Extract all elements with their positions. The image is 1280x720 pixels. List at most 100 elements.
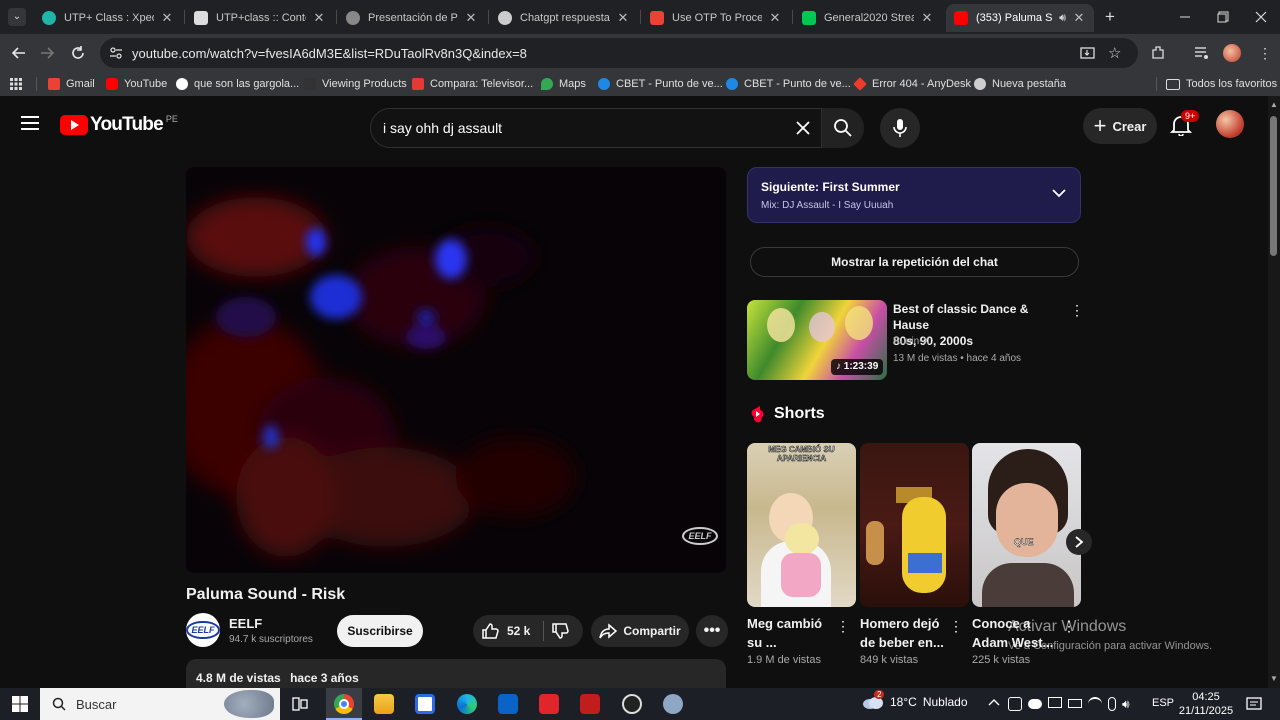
page-scrollbar[interactable]: ▲ ▼ — [1268, 96, 1280, 688]
mix-playlist-panel[interactable]: Siguiente: First Summer Mix: DJ Assault … — [747, 167, 1081, 223]
more-actions-button[interactable]: ••• — [696, 615, 728, 647]
bookmark-viewing-products[interactable]: Viewing Products — [304, 76, 407, 92]
video-description-box[interactable]: 4.8 M de vistas hace 3 años — [186, 659, 726, 688]
bookmark-google[interactable]: que son las gargola... — [176, 76, 299, 92]
tab-search-button[interactable]: ⌄ — [8, 8, 26, 26]
recommended-more-icon[interactable]: ⋮ — [1070, 302, 1084, 319]
install-app-icon[interactable] — [1080, 46, 1095, 61]
wps-office-icon[interactable] — [539, 694, 559, 714]
bookmark-cbet-1[interactable]: CBET - Punto de ve... — [598, 76, 723, 92]
bookmark-maps[interactable]: Maps — [541, 76, 586, 92]
microsoft-store-icon[interactable] — [415, 694, 435, 714]
reload-button[interactable] — [69, 44, 87, 62]
browser-tab[interactable]: Presentación de Pow ✕ — [338, 4, 486, 32]
clear-search-icon[interactable] — [795, 120, 811, 136]
search-input[interactable]: i say ohh dj assault — [370, 108, 822, 148]
obs-icon[interactable] — [622, 694, 642, 714]
scrollbar-thumb[interactable] — [1270, 116, 1277, 256]
tab-close-icon[interactable]: ✕ — [616, 10, 630, 26]
browser-tab[interactable]: UTP+class :: Contenid ✕ — [186, 4, 334, 32]
subscribe-button[interactable]: Suscribirse — [337, 615, 423, 647]
scroll-down-icon[interactable]: ▼ — [1270, 674, 1278, 683]
minimize-button[interactable] — [1176, 8, 1194, 26]
edge-icon[interactable] — [457, 694, 477, 714]
tab-close-icon[interactable]: ✕ — [768, 10, 782, 26]
browser-tab[interactable]: Chatgpt respuesta a ✕ — [490, 4, 638, 32]
notification-center-icon[interactable] — [1246, 696, 1262, 712]
channel-avatar[interactable]: EELF — [186, 613, 220, 647]
show-hidden-icons[interactable] — [988, 697, 1000, 707]
tray-touchpad-icon[interactable] — [1108, 697, 1116, 711]
short-thumbnail-1[interactable]: MEG CAMBIÓ SU APARIENCIA — [747, 443, 856, 607]
tray-wifi-icon[interactable] — [1088, 697, 1102, 709]
tray-volume-icon[interactable]: 🔊︎ — [1122, 697, 1130, 711]
apps-grid-icon[interactable] — [10, 78, 22, 90]
tray-display-icon[interactable] — [1048, 697, 1062, 708]
scroll-up-icon[interactable]: ▲ — [1270, 100, 1278, 109]
video-player[interactable]: EELF — [186, 167, 726, 573]
short-more-icon[interactable]: ⋮ — [949, 618, 963, 635]
recommended-video-thumbnail[interactable]: ♪ 1:23:39 — [747, 300, 887, 380]
extensions-icon[interactable] — [1150, 44, 1167, 61]
search-button[interactable] — [822, 108, 864, 148]
hamburger-menu-icon[interactable] — [21, 116, 39, 130]
weather-widget[interactable]: 2 18°C Nublado — [862, 690, 968, 710]
maximize-button[interactable] — [1214, 8, 1232, 26]
all-bookmarks-folder[interactable]: Todos los favoritos — [1166, 76, 1277, 92]
taskbar-search-box[interactable]: Buscar — [40, 688, 280, 720]
browser-tab[interactable]: UTP+ Class : Xpeditio ✕ — [34, 4, 182, 32]
short-thumbnail-2[interactable] — [860, 443, 969, 607]
forward-button[interactable] — [38, 44, 56, 62]
media-app-icon[interactable] — [580, 694, 600, 714]
profile-avatar[interactable] — [1223, 44, 1241, 62]
like-button[interactable]: 52 k — [473, 615, 543, 647]
outlook-icon[interactable] — [498, 694, 518, 714]
address-bar[interactable]: youtube.com/watch?v=fvesIA6dM3E&list=RDu… — [100, 38, 1138, 68]
clock[interactable]: 04:25 21/11/2025 — [1178, 690, 1234, 718]
bookmark-gmail[interactable]: Gmail — [48, 76, 95, 92]
tray-battery-icon[interactable] — [1068, 699, 1082, 708]
youtube-logo[interactable]: YouTube PE — [60, 114, 178, 136]
browser-tab-active[interactable]: (353) Paluma S 🔊︎ ✕ — [946, 4, 1094, 32]
bookmark-anydesk[interactable]: Error 404 - AnyDesk — [853, 76, 971, 92]
tab-close-icon[interactable]: ✕ — [312, 10, 326, 26]
shorts-next-button[interactable] — [1066, 529, 1092, 555]
browser-tab[interactable]: Use OTP To Proceed ✕ — [642, 4, 790, 32]
bookmark-nueva-pestana[interactable]: Nueva pestaña — [974, 76, 1066, 92]
show-chat-replay-button[interactable]: Mostrar la repetición del chat — [750, 247, 1079, 277]
close-window-button[interactable] — [1252, 8, 1270, 26]
audio-playing-icon[interactable]: 🔊︎ — [1059, 12, 1066, 25]
media-control-icon[interactable] — [1194, 45, 1210, 61]
task-view-icon[interactable] — [292, 696, 308, 712]
tab-close-icon[interactable]: ✕ — [160, 10, 174, 26]
bookmark-cbet-2[interactable]: CBET - Punto de ve... — [726, 76, 851, 92]
browser-tab[interactable]: General2020 Stream ✕ — [794, 4, 942, 32]
account-avatar[interactable] — [1216, 110, 1244, 138]
create-button[interactable]: + Crear — [1083, 108, 1157, 144]
tab-close-icon[interactable]: ✕ — [920, 10, 934, 26]
tab-close-icon[interactable]: ✕ — [1072, 10, 1086, 26]
short-title-1[interactable]: Meg cambió su ... — [747, 614, 829, 652]
site-info-icon[interactable] — [109, 46, 123, 60]
file-explorer-icon[interactable] — [374, 694, 394, 714]
start-button[interactable] — [12, 696, 28, 712]
short-title-2[interactable]: Homero dejó de beber en... — [860, 614, 944, 652]
notifications-button[interactable]: 9+ — [1170, 110, 1200, 136]
share-button[interactable]: Compartir — [591, 615, 689, 647]
tray-onedrive-icon[interactable] — [1028, 699, 1042, 709]
new-tab-button[interactable]: + — [1100, 7, 1120, 27]
bookmark-star-icon[interactable]: ☆ — [1108, 44, 1121, 62]
recommended-channel[interactable]: Runin-X — [893, 336, 929, 347]
short-more-icon[interactable]: ⋮ — [836, 618, 850, 635]
tray-usb-icon[interactable] — [1008, 697, 1022, 711]
bookmark-compara[interactable]: Compara: Televisor... — [412, 76, 533, 92]
tab-close-icon[interactable]: ✕ — [464, 10, 478, 26]
voice-search-button[interactable] — [880, 108, 920, 148]
dislike-button[interactable] — [551, 622, 569, 640]
short-thumbnail-3[interactable]: QUE — [972, 443, 1081, 607]
app-icon[interactable] — [663, 694, 683, 714]
channel-name[interactable]: EELF — [229, 616, 262, 631]
language-indicator[interactable]: ESP — [1152, 697, 1174, 709]
bookmark-youtube[interactable]: YouTube — [106, 76, 167, 92]
back-button[interactable] — [10, 44, 28, 62]
